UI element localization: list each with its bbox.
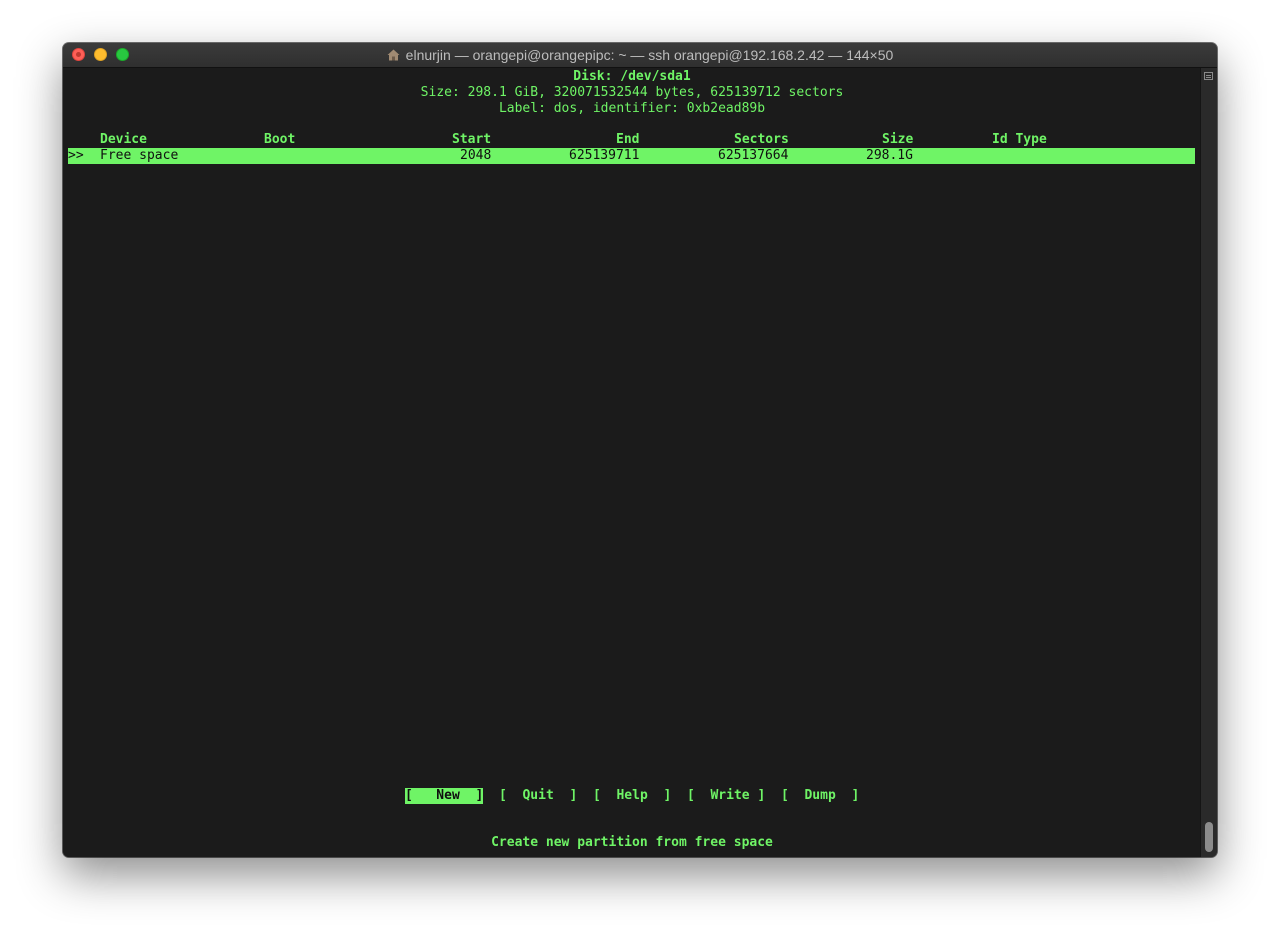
status-hint: Create new partition from free space <box>491 835 773 850</box>
row-size: 298.1G <box>866 148 913 163</box>
home-icon <box>387 49 400 61</box>
vertical-scrollbar[interactable] <box>1200 68 1217 857</box>
menu-dump-button[interactable]: [ Dump ] <box>781 788 859 804</box>
window-title: elnurjin — orangepi@orangepipc: ~ — ssh … <box>63 47 1217 63</box>
menu-write-button[interactable]: [ Write ] <box>687 788 765 804</box>
row-end: 625139711 <box>569 148 640 163</box>
scroll-icon[interactable] <box>1204 72 1213 80</box>
scrollbar-thumb[interactable] <box>1205 822 1213 852</box>
menu-quit-button[interactable]: [ Quit ] <box>499 788 577 804</box>
row-start: 2048 <box>460 148 492 163</box>
row-selection-marker: >> <box>68 148 84 163</box>
disk-label-line: Label: dos, identifier: 0xb2ead89b <box>498 101 766 116</box>
column-header-device: Device <box>100 132 147 147</box>
column-header-boot: Boot <box>264 132 296 147</box>
column-header-end: End <box>616 132 640 147</box>
title-bar[interactable]: elnurjin — orangepi@orangepipc: ~ — ssh … <box>63 43 1217 68</box>
menu-help-button[interactable]: [ Help ] <box>593 788 671 804</box>
row-device: Free space <box>100 148 179 163</box>
disk-size-line: Size: 298.1 GiB, 320071532544 bytes, 625… <box>420 85 844 100</box>
column-header-size: Size <box>882 132 914 147</box>
terminal-content[interactable]: Disk: /dev/sda1 Size: 298.1 GiB, 3200715… <box>63 68 1201 857</box>
disk-heading: Disk: /dev/sda1 <box>573 69 691 84</box>
row-sectors: 625137664 <box>718 148 789 163</box>
menu-new-button[interactable]: [ New ] <box>405 788 484 804</box>
table-row[interactable]: >> Free space 2048 625139711 625137664 2… <box>68 148 1195 164</box>
column-header-sectors: Sectors <box>734 132 789 147</box>
window-title-text: elnurjin — orangepi@orangepipc: ~ — ssh … <box>405 47 894 63</box>
column-header-start: Start <box>452 132 492 147</box>
terminal-window: elnurjin — orangepi@orangepipc: ~ — ssh … <box>63 43 1217 857</box>
column-header-id-type: Id Type <box>992 132 1047 147</box>
